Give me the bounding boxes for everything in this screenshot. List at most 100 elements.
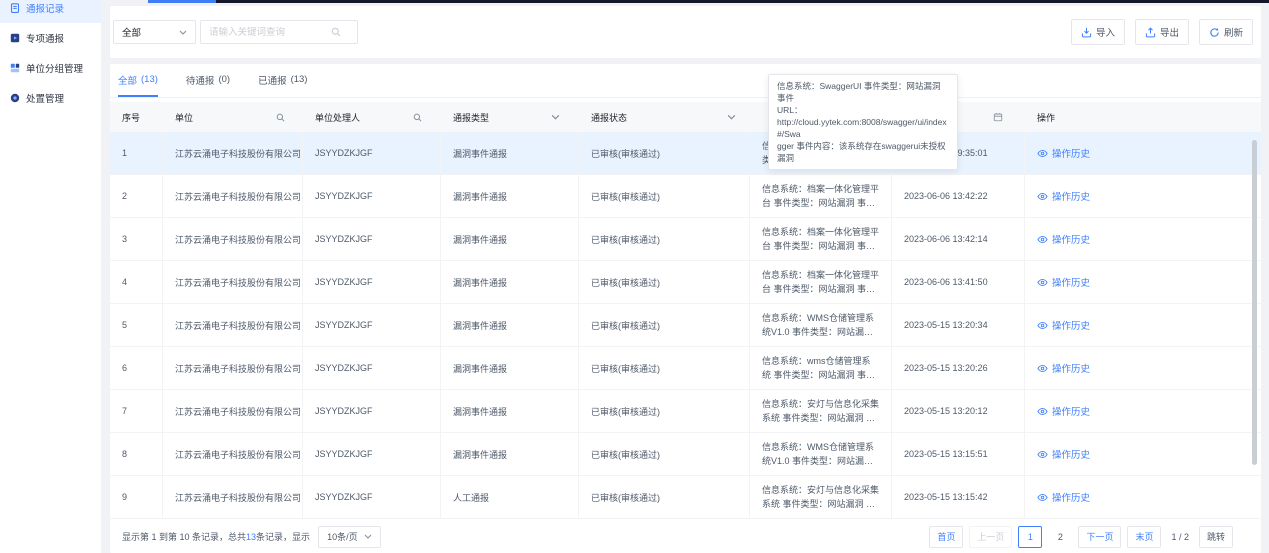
special-report-icon <box>10 33 20 43</box>
row-type: 漏洞事件通报 <box>441 347 579 389</box>
top-strip-dark <box>216 0 1269 3</box>
import-button[interactable]: 导入 <box>1071 19 1125 45</box>
table-row[interactable]: 8 江苏云涌电子科技股份有限公司 JSYYDZKJGF 漏洞事件通报 已审核(审… <box>110 433 1261 476</box>
row-content-cell: 信息系统：档案一体化管理平台 事件类型：网站漏洞 事件URL：http… <box>750 175 892 217</box>
table-row[interactable]: 5 江苏云涌电子科技股份有限公司 JSYYDZKJGF 漏洞事件通报 已审核(审… <box>110 304 1261 347</box>
export-button[interactable]: 导出 <box>1135 19 1189 45</box>
calendar-icon[interactable] <box>993 112 1003 122</box>
keyword-search-input[interactable] <box>209 27 327 38</box>
row-status: 已审核(审核通过) <box>579 175 750 217</box>
chevron-down-icon[interactable] <box>727 114 736 120</box>
row-content: 信息系统：wms仓储管理系统 事件类型：网站漏洞 事件URL：http://… <box>762 354 879 382</box>
first-page-button[interactable]: 首页 <box>929 526 963 548</box>
sidebar-item-disposal-mgmt[interactable]: 处置管理 <box>0 83 101 113</box>
row-index: 2 <box>110 175 163 217</box>
row-time: 2023-06-06 13:42:22 <box>892 175 1025 217</box>
sidebar-item-special-report[interactable]: 专项通报 <box>0 23 101 53</box>
operation-history-link[interactable]: 操作历史 <box>1037 275 1090 289</box>
row-index: 3 <box>110 218 163 260</box>
row-content-cell: 信息系统：wms仓储管理系统 事件类型：网站漏洞 事件URL：http://… <box>750 347 892 389</box>
page-2-button[interactable]: 2 <box>1048 526 1072 548</box>
operation-history-link[interactable]: 操作历史 <box>1037 146 1090 160</box>
row-handler: JSYYDZKJGF <box>303 476 441 518</box>
row-status: 已审核(审核通过) <box>579 433 750 475</box>
toolbar-buttons: 导入 导出 刷新 <box>1071 19 1253 45</box>
page-1-button[interactable]: 1 <box>1018 526 1042 548</box>
row-actions-cell: 操作历史 <box>1025 175 1261 217</box>
eye-icon <box>1037 148 1048 159</box>
row-company: 江苏云涌电子科技股份有限公司 <box>163 261 303 303</box>
row-time: 2023-05-15 13:20:34 <box>892 304 1025 346</box>
row-content: 信息系统：档案一体化管理平台 事件类型：网站漏洞 事件URL：http… <box>762 225 879 253</box>
row-time: 2023-05-15 13:15:42 <box>892 476 1025 518</box>
row-company: 江苏云涌电子科技股份有限公司 <box>163 433 303 475</box>
sidebar-menu: 通报记录 专项通报 单位分组管理 处置管理 <box>0 0 101 113</box>
operation-history-label: 操作历史 <box>1052 404 1090 418</box>
chevron-down-icon <box>364 534 372 539</box>
tab-all[interactable]: 全部 (13) <box>118 64 158 97</box>
row-index: 1 <box>110 132 163 174</box>
operation-history-link[interactable]: 操作历史 <box>1037 232 1090 246</box>
refresh-button[interactable]: 刷新 <box>1199 19 1253 45</box>
row-index: 5 <box>110 304 163 346</box>
table-row[interactable]: 3 江苏云涌电子科技股份有限公司 JSYYDZKJGF 漏洞事件通报 已审核(审… <box>110 218 1261 261</box>
operation-history-link[interactable]: 操作历史 <box>1037 361 1090 375</box>
disposal-icon <box>10 93 20 103</box>
table-row[interactable]: 1 江苏云涌电子科技股份有限公司 JSYYDZKJGF 漏洞事件通报 已审核(审… <box>110 132 1261 175</box>
tooltip-line: URL： <box>777 104 949 116</box>
row-index: 8 <box>110 433 163 475</box>
row-actions-cell: 操作历史 <box>1025 476 1261 518</box>
row-status: 已审核(审核通过) <box>579 218 750 260</box>
eye-icon <box>1037 449 1048 460</box>
eye-icon <box>1037 320 1048 331</box>
prev-page-button[interactable]: 上一页 <box>969 526 1012 548</box>
search-icon[interactable] <box>413 113 422 122</box>
table-row[interactable]: 6 江苏云涌电子科技股份有限公司 JSYYDZKJGF 漏洞事件通报 已审核(审… <box>110 347 1261 390</box>
tab-reported[interactable]: 已通报 (13) <box>258 64 307 97</box>
export-button-label: 导出 <box>1160 25 1179 39</box>
summary-prefix: 显示第 1 到第 10 条记录，总共 <box>122 532 246 542</box>
row-company: 江苏云涌电子科技股份有限公司 <box>163 390 303 432</box>
filter-dropdown-value: 全部 <box>122 25 141 39</box>
search-icon[interactable] <box>276 113 285 122</box>
table-row[interactable]: 2 江苏云涌电子科技股份有限公司 JSYYDZKJGF 漏洞事件通报 已审核(审… <box>110 175 1261 218</box>
operation-history-label: 操作历史 <box>1052 318 1090 332</box>
row-content: 信息系统：WMS仓储管理系统V1.0 事件类型：网站漏洞 事件URL：h… <box>762 311 879 339</box>
operation-history-link[interactable]: 操作历史 <box>1037 404 1090 418</box>
jump-button[interactable]: 跳转 <box>1199 526 1233 548</box>
import-button-label: 导入 <box>1096 25 1115 39</box>
row-type: 漏洞事件通报 <box>441 175 579 217</box>
row-type: 漏洞事件通报 <box>441 218 579 260</box>
row-actions-cell: 操作历史 <box>1025 218 1261 260</box>
table-row[interactable]: 7 江苏云涌电子科技股份有限公司 JSYYDZKJGF 漏洞事件通报 已审核(审… <box>110 390 1261 433</box>
row-company: 江苏云涌电子科技股份有限公司 <box>163 175 303 217</box>
operation-history-label: 操作历史 <box>1052 490 1090 504</box>
refresh-icon <box>1209 27 1220 38</box>
operation-history-link[interactable]: 操作历史 <box>1037 318 1090 332</box>
eye-icon <box>1037 277 1048 288</box>
row-company: 江苏云涌电子科技股份有限公司 <box>163 218 303 260</box>
table-scrollbar-thumb[interactable] <box>1252 140 1257 465</box>
table-row[interactable]: 9 江苏云涌电子科技股份有限公司 JSYYDZKJGF 人工通报 已审核(审核通… <box>110 476 1261 519</box>
next-page-button[interactable]: 下一页 <box>1078 526 1121 548</box>
operation-history-link[interactable]: 操作历史 <box>1037 189 1090 203</box>
sidebar-item-unit-group-mgmt[interactable]: 单位分组管理 <box>0 53 101 83</box>
row-index: 6 <box>110 347 163 389</box>
tab-count: (13) <box>291 74 308 85</box>
toolbar: 全部 导入 导出 刷新 <box>110 6 1261 58</box>
tab-pending[interactable]: 待通报 (0) <box>186 64 230 97</box>
table-row[interactable]: 4 江苏云涌电子科技股份有限公司 JSYYDZKJGF 漏洞事件通报 已审核(审… <box>110 261 1261 304</box>
chevron-down-icon[interactable] <box>551 114 560 120</box>
operation-history-link[interactable]: 操作历史 <box>1037 490 1090 504</box>
row-company: 江苏云涌电子科技股份有限公司 <box>163 132 303 174</box>
page-size-dropdown[interactable]: 10条/页 <box>318 526 381 548</box>
filter-dropdown[interactable]: 全部 <box>113 20 196 44</box>
sidebar-item-report-records[interactable]: 通报记录 <box>0 0 101 23</box>
last-page-button[interactable]: 末页 <box>1127 526 1161 548</box>
tab-label: 全部 <box>118 73 137 87</box>
operation-history-link[interactable]: 操作历史 <box>1037 447 1090 461</box>
tooltip-line: gger 事件内容：该系统存在swaggerui未授权漏洞 <box>777 140 949 164</box>
row-time: 2023-05-15 13:20:26 <box>892 347 1025 389</box>
row-type: 人工通报 <box>441 476 579 518</box>
sidebar: 通报记录 专项通报 单位分组管理 处置管理 <box>0 0 101 553</box>
